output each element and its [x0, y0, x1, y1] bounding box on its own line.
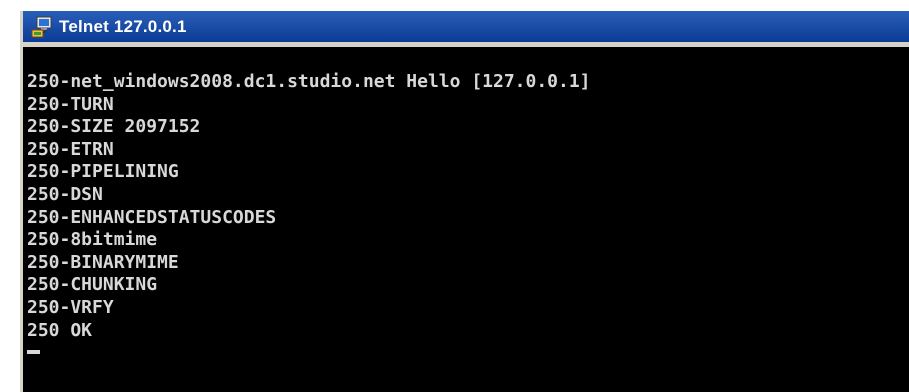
cursor-line [27, 342, 909, 365]
console-line: 250-8bitmime [27, 229, 158, 251]
window-title: Telnet 127.0.0.1 [59, 16, 187, 36]
console-line: 250-DSN [27, 183, 103, 205]
console-output[interactable]: 250-net_windows2008.dc1.studio.net Hello… [23, 47, 909, 392]
console-line: 250-VRFY [27, 296, 114, 318]
console-line: 250-SIZE 2097152 [27, 116, 201, 138]
console-line: 250-ETRN [27, 138, 114, 160]
console-line: 250-net_windows2008.dc1.studio.net Hello… [27, 71, 591, 92]
console-line: 250-PIPELINING [27, 161, 179, 183]
console-line: 250-ENHANCEDSTATUSCODES [27, 206, 277, 228]
text-cursor [27, 350, 40, 355]
console-line: 250-BINARYMIME [27, 251, 179, 273]
console-line: 250-CHUNKING [27, 274, 158, 296]
console-line: 250 OK [27, 319, 93, 341]
telnet-computer-icon [31, 16, 53, 38]
telnet-window: Telnet 127.0.0.1 250-net_windows2008.dc1… [20, 11, 909, 392]
console-line: 250-TURN [27, 93, 114, 115]
title-bar[interactable]: Telnet 127.0.0.1 [23, 11, 909, 47]
